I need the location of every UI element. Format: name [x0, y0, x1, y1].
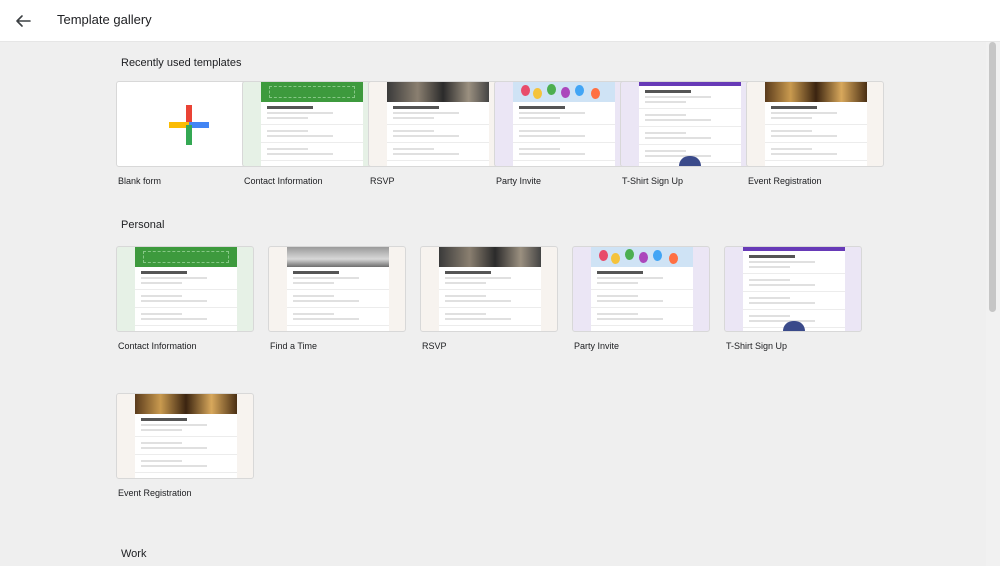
template-card-label: Event Registration — [118, 488, 192, 498]
template-card-label: Find a Time — [270, 341, 318, 351]
form-preview — [387, 82, 489, 166]
template-card-find-a-time[interactable]: Find a Time — [268, 246, 406, 351]
template-thumbnail — [242, 81, 380, 167]
form-preview — [765, 82, 867, 166]
top-app-bar: Template gallery — [0, 0, 1000, 42]
template-thumbnail — [116, 393, 254, 479]
template-card-rsvp[interactable]: RSVP — [368, 81, 506, 186]
template-thumbnail — [620, 81, 758, 167]
form-preview — [513, 82, 615, 166]
arrow-left-icon — [16, 15, 31, 27]
template-thumbnail — [420, 246, 558, 332]
template-thumbnail — [724, 246, 862, 332]
page-title: Template gallery — [57, 12, 152, 27]
template-card-label: T-Shirt Sign Up — [622, 176, 684, 186]
tshirt-image — [679, 156, 701, 166]
section-title-recently-used: Recently used templates — [121, 57, 242, 69]
template-card-label: Contact Information — [244, 176, 323, 186]
back-button[interactable] — [10, 8, 36, 34]
form-preview — [135, 247, 237, 331]
template-thumbnail — [116, 81, 254, 167]
form-preview — [591, 247, 693, 331]
template-card-contact-information[interactable]: Contact Information — [116, 246, 254, 351]
template-card-event-registration[interactable]: Event Registration — [746, 81, 884, 186]
form-preview — [639, 82, 741, 166]
template-thumbnail — [268, 246, 406, 332]
template-thumbnail — [368, 81, 506, 167]
template-card-label: Contact Information — [118, 341, 197, 351]
template-card-label: Event Registration — [748, 176, 822, 186]
template-card-event-registration[interactable]: Event Registration — [116, 393, 254, 498]
form-preview — [287, 247, 389, 331]
form-preview — [439, 247, 541, 331]
template-card-label: Party Invite — [574, 341, 620, 351]
template-card-t-shirt-sign-up[interactable]: T-Shirt Sign Up — [724, 246, 862, 351]
template-card-label: RSVP — [422, 341, 447, 351]
template-gallery-content: Recently used templates Personal Work Bl… — [0, 42, 986, 566]
section-title-personal: Personal — [121, 219, 165, 231]
scrollbar-thumb[interactable] — [989, 42, 996, 312]
template-thumbnail — [572, 246, 710, 332]
template-thumbnail — [746, 81, 884, 167]
template-thumbnail — [494, 81, 632, 167]
template-card-contact-information[interactable]: Contact Information — [242, 81, 380, 186]
template-thumbnail — [116, 246, 254, 332]
template-card-blank-form[interactable]: Blank form — [116, 81, 254, 186]
form-preview — [261, 82, 363, 166]
plus-icon — [169, 105, 209, 145]
template-card-t-shirt-sign-up[interactable]: T-Shirt Sign Up — [620, 81, 758, 186]
template-card-label: Blank form — [118, 176, 162, 186]
form-preview — [743, 247, 845, 331]
template-card-label: Party Invite — [496, 176, 542, 186]
form-preview — [135, 394, 237, 478]
tshirt-image — [783, 321, 805, 331]
template-card-party-invite[interactable]: Party Invite — [572, 246, 710, 351]
template-card-label: T-Shirt Sign Up — [726, 341, 788, 351]
template-card-rsvp[interactable]: RSVP — [420, 246, 558, 351]
template-card-party-invite[interactable]: Party Invite — [494, 81, 632, 186]
template-card-label: RSVP — [370, 176, 395, 186]
vertical-scrollbar[interactable] — [986, 42, 1000, 566]
section-title-work: Work — [121, 548, 147, 560]
